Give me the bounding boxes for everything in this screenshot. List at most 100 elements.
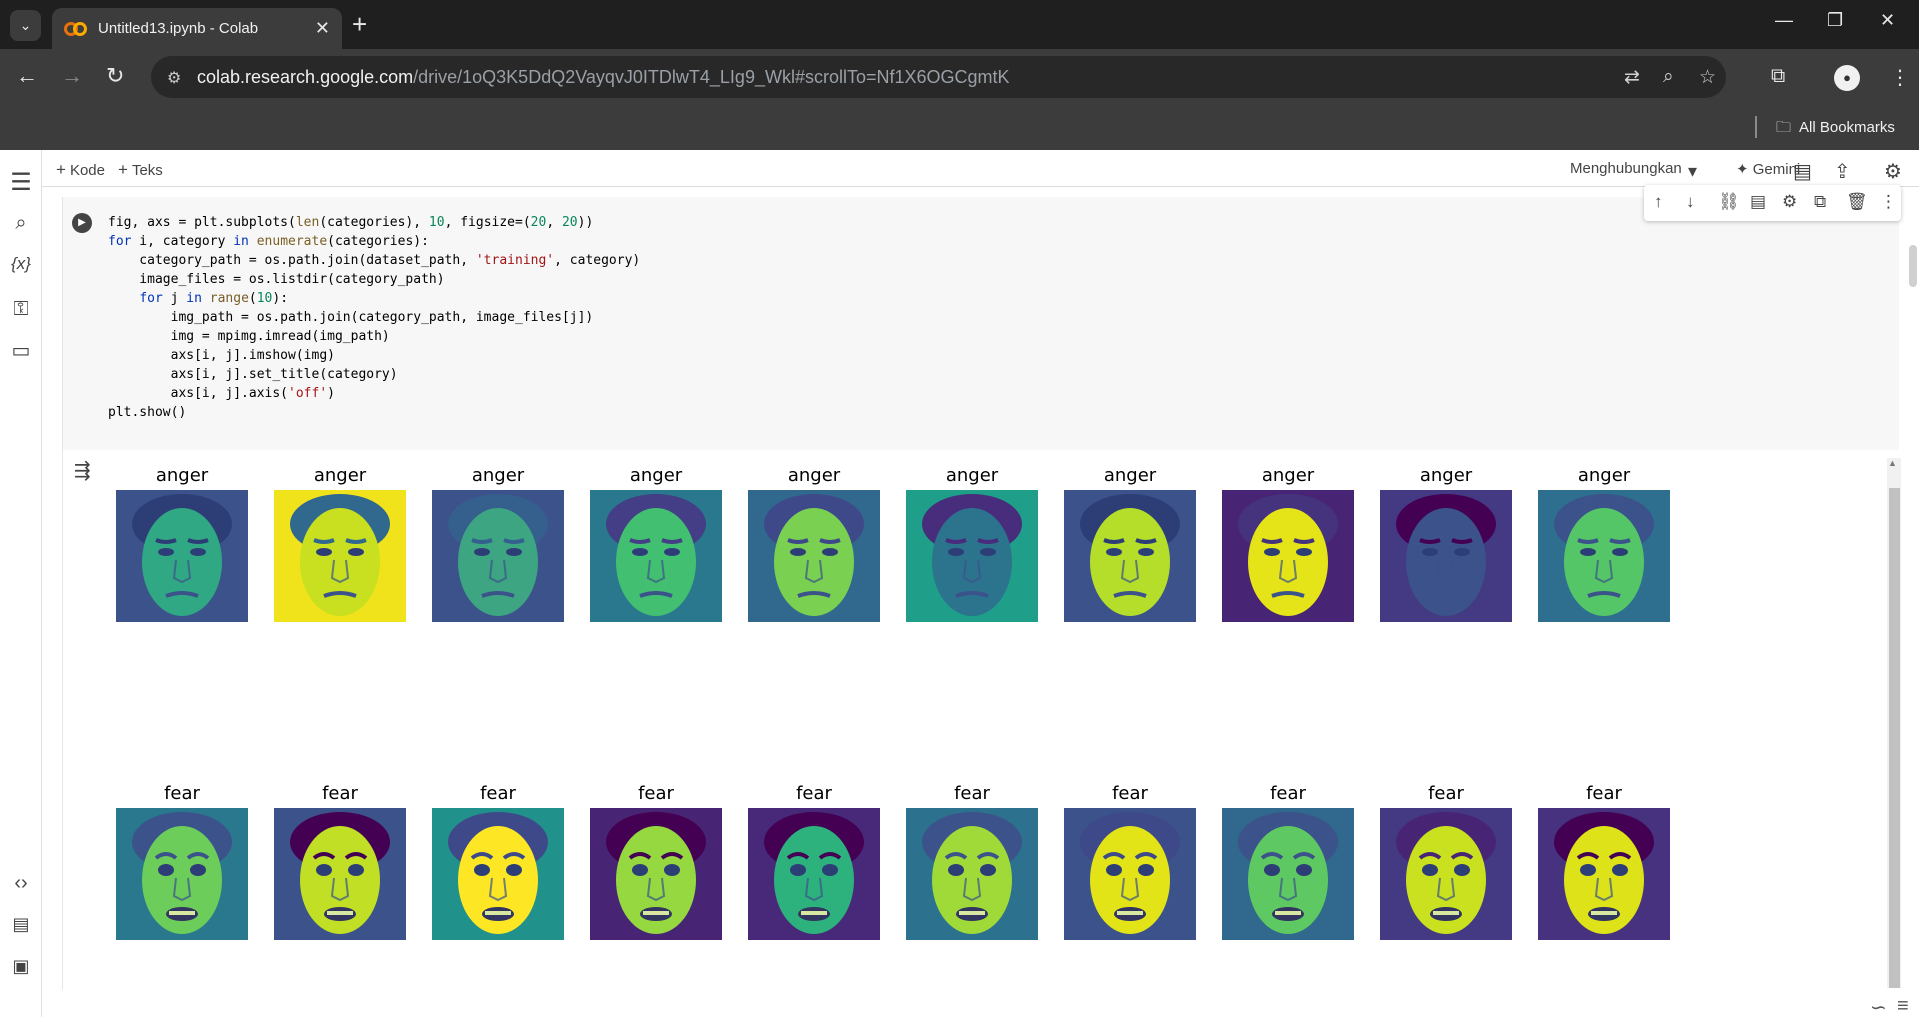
variables-icon[interactable]: {x}	[8, 254, 34, 274]
image-title: anger	[787, 465, 841, 486]
image-title: fear	[1428, 783, 1464, 804]
table-of-contents-icon[interactable]: ☰	[8, 168, 34, 197]
code-line: axs[i, j].set_title(category)	[108, 367, 398, 382]
code-snippets-icon[interactable]: ‹›	[8, 872, 34, 895]
url-text[interactable]: colab.research.google.com/drive/1oQ3K5Dd…	[197, 67, 1010, 88]
face-image	[590, 808, 722, 940]
reload-icon[interactable]: ↻	[106, 63, 124, 89]
bookmarks-divider	[1755, 116, 1757, 138]
search-icon[interactable]: ⌕	[8, 212, 34, 235]
face-image	[1064, 490, 1196, 622]
face-image	[116, 490, 248, 622]
forward-icon[interactable]: →	[61, 63, 83, 89]
face-image	[748, 490, 880, 622]
face-image	[1538, 490, 1670, 622]
add-text-button[interactable]: + Teks	[118, 160, 163, 180]
plus-icon: +	[118, 160, 128, 179]
gemini-icon: ✦	[1736, 161, 1753, 178]
face-image	[1538, 808, 1670, 940]
minimize-icon[interactable]: —	[1775, 10, 1793, 31]
output-actions-icon[interactable]: ⇶	[74, 458, 91, 483]
connect-status-label[interactable]: Menghubungkan	[1570, 160, 1682, 177]
code-line: plt.show()	[108, 405, 187, 420]
code-line: axs[i, j].axis('off')	[108, 386, 335, 401]
status-icon: ∽	[1870, 997, 1887, 1019]
cell-settings-icon[interactable]: ⚙	[1782, 192, 1797, 212]
files-folder-icon[interactable]: ▭	[8, 338, 34, 363]
colab-left-sidebar: ☰ ⌕ {x} ⚿ ▭ ‹› ▤ ▣	[0, 150, 42, 1017]
restore-icon[interactable]: ❐	[1827, 10, 1843, 31]
address-bar[interactable]: ⚙ colab.research.google.com/drive/1oQ3K5…	[151, 56, 1726, 98]
image-title: anger	[471, 465, 525, 486]
image-title: fear	[638, 783, 674, 804]
face-image	[1222, 808, 1354, 940]
add-text-label: Teks	[131, 162, 163, 179]
command-palette-icon[interactable]: ▤	[8, 914, 34, 935]
secrets-key-icon[interactable]: ⚿	[8, 298, 34, 321]
delete-icon[interactable]: 🗑	[1846, 192, 1868, 212]
run-cell-button[interactable]: ▶	[72, 213, 92, 233]
code-line: fig, axs = plt.subplots(len(categories),…	[108, 215, 594, 230]
image-title: fear	[1586, 783, 1622, 804]
url-host: colab.research.google.com	[197, 67, 414, 87]
cell-toolbar: ↑ ↓ ⛓ ▤ ⚙ ⧉ 🗑 ⋮	[1644, 185, 1901, 221]
back-icon[interactable]: ←	[16, 63, 38, 89]
terminal-icon[interactable]: ▣	[8, 956, 34, 977]
face-image	[274, 490, 406, 622]
colab-toolbar: + Kode + Teks Menghubungkan ▾ ✦ Gemini ▤ ⇪…	[42, 150, 1919, 187]
image-title: anger	[1577, 465, 1631, 486]
gemini-button[interactable]: ✦ Gemini	[1736, 160, 1800, 178]
link-icon[interactable]: ⛓	[1718, 192, 1740, 212]
face-image	[1380, 808, 1512, 940]
image-title: fear	[164, 783, 200, 804]
window-close-icon[interactable]: ✕	[1880, 10, 1895, 31]
colab-logo-icon	[64, 21, 88, 36]
page-scrollbar-thumb[interactable]	[1909, 245, 1917, 287]
extensions-icon[interactable]: ⧉	[1771, 65, 1785, 88]
site-info-icon[interactable]: ⚙	[167, 68, 181, 88]
code-line: image_files = os.listdir(category_path)	[108, 272, 445, 287]
bookmark-star-icon[interactable]: ☆	[1699, 66, 1716, 89]
browser-menu-icon[interactable]: ⋮	[1890, 65, 1910, 90]
new-tab-button[interactable]: +	[352, 11, 367, 37]
image-title: anger	[1103, 465, 1157, 486]
output-scrollbar-thumb[interactable]	[1889, 488, 1900, 988]
image-title: anger	[629, 465, 683, 486]
code-line: category_path = os.path.join(dataset_pat…	[108, 253, 641, 268]
code-line: img = mpimg.imread(img_path)	[108, 329, 390, 344]
browser-nav-bar: ← → ↻ ⚙ colab.research.google.com/drive/…	[0, 49, 1919, 104]
footer-menu-icon[interactable]: ≡	[1897, 995, 1909, 1018]
mirror-cell-icon[interactable]: ⧉	[1814, 192, 1826, 212]
code-line: for j in range(10):	[139, 291, 289, 306]
browser-tab[interactable]: Untitled13.ipynb - Colab ✕	[52, 8, 342, 49]
all-bookmarks-button[interactable]: 🗀 All Bookmarks	[1776, 117, 1903, 142]
face-image	[748, 808, 880, 940]
share-icon[interactable]: ⇪	[1834, 159, 1851, 184]
url-path: /drive/1oQ3K5DdQ2VayqvJ0ITDlwT4_LIg9_Wkl…	[413, 67, 1010, 87]
more-options-icon[interactable]: ⋮	[1880, 192, 1897, 212]
tab-close-icon[interactable]: ✕	[315, 18, 330, 39]
image-title: fear	[1112, 783, 1148, 804]
face-image	[1380, 490, 1512, 622]
add-code-button[interactable]: + Kode	[56, 160, 105, 180]
settings-gear-icon[interactable]: ⚙	[1884, 159, 1902, 184]
code-editor[interactable]: fig, axs = plt.subplots(len(categories),…	[108, 213, 640, 422]
tab-search-button[interactable]: ⌄	[10, 10, 41, 41]
comment-icon[interactable]: ▤	[1750, 192, 1766, 212]
face-image	[432, 490, 564, 622]
runtime-dropdown-icon[interactable]: ▾	[1688, 161, 1697, 182]
plus-icon: +	[56, 160, 66, 179]
comments-icon[interactable]: ▤	[1793, 159, 1812, 184]
profile-avatar[interactable]: ●	[1834, 65, 1860, 91]
code-line: img_path = os.path.join(category_path, i…	[108, 310, 594, 325]
bookmarks-bar: 🗀 All Bookmarks	[0, 104, 1919, 150]
move-down-icon[interactable]: ↓	[1686, 192, 1695, 212]
move-up-icon[interactable]: ↑	[1654, 192, 1663, 212]
face-image	[116, 808, 248, 940]
translate-icon[interactable]: ⇄	[1624, 66, 1640, 89]
scroll-up-arrow-icon[interactable]: ▲	[1888, 458, 1897, 468]
zoom-icon[interactable]: ⌕	[1663, 66, 1674, 88]
image-title: fear	[954, 783, 990, 804]
image-title: anger	[155, 465, 209, 486]
image-title: fear	[322, 783, 358, 804]
